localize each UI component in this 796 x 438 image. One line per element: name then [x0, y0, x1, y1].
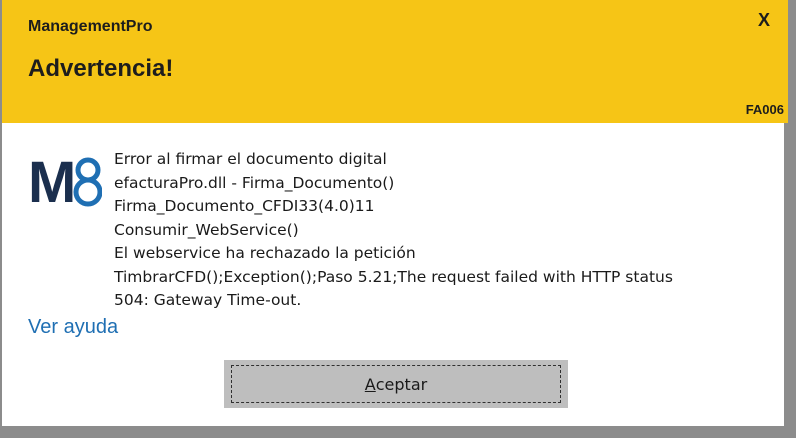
app-name: ManagementPro — [28, 18, 153, 35]
message-line: El webservice ha rechazado la petición — [114, 244, 416, 262]
accept-button-mnemonic: A — [364, 374, 376, 394]
message-line: Firma_Documento_CFDI33(4.0)11 — [114, 197, 375, 215]
accept-button-focus: Aceptar — [231, 365, 561, 403]
help-link[interactable]: Ver ayuda — [28, 316, 118, 339]
dialog-header: ManagementPro X Advertencia! FA006 — [2, 0, 788, 123]
message-line: TimbrarCFD();Exception();Paso 5.21;The r… — [114, 267, 673, 286]
accept-button[interactable]: Aceptar — [224, 360, 568, 408]
message-line: Consumir_WebService() — [114, 220, 299, 239]
accept-button-label: ceptar — [375, 374, 428, 394]
error-message: Error al firmar el documento digital efa… — [114, 148, 764, 313]
warning-dialog: ManagementPro X Advertencia! FA006 M Err… — [0, 0, 788, 430]
dialog-title: Advertencia! — [28, 55, 174, 82]
window-frame — [0, 430, 796, 438]
error-code: FA006 — [745, 102, 784, 117]
message-line: 504: Gateway Time-out. — [114, 291, 302, 309]
close-icon[interactable]: X — [758, 10, 770, 31]
message-line: efacturaPro.dll - Firma_Documento() — [114, 173, 395, 192]
message-line: Error al firmar el documento digital — [114, 150, 387, 168]
svg-text:M: M — [28, 150, 76, 210]
m8-logo-icon: M — [28, 150, 102, 210]
